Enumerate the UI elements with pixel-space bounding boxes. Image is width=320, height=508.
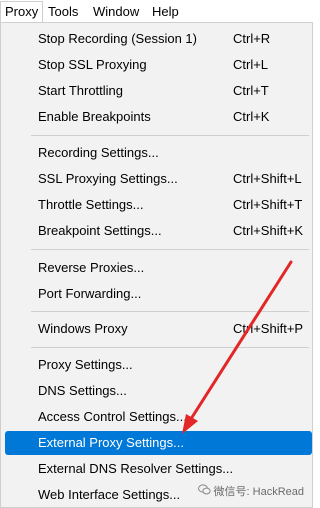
- menu-item-label: Start Throttling: [38, 83, 124, 98]
- menu-item-enable-breakpoints[interactable]: Enable Breakpoints Ctrl+K: [5, 105, 312, 129]
- menu-item-label: Web Interface Settings...: [38, 487, 181, 502]
- menu-item-label: Access Control Settings...: [38, 409, 187, 424]
- menubar-proxy[interactable]: Proxy: [0, 1, 44, 23]
- menu-item-start-throttling[interactable]: Start Throttling Ctrl+T: [5, 79, 312, 103]
- menu-item-shortcut: Ctrl+Shift+T: [233, 197, 303, 212]
- watermark: 微信号: HackRead: [197, 483, 304, 499]
- watermark-text: 微信号: HackRead: [213, 486, 304, 498]
- menu-item-shortcut: Ctrl+R: [233, 31, 271, 46]
- menubar-window[interactable]: Window: [93, 3, 139, 21]
- menu-item-proxy-settings[interactable]: Proxy Settings...: [5, 353, 312, 377]
- menu-item-dns-settings[interactable]: DNS Settings...: [5, 379, 312, 403]
- menu-item-breakpoint-settings[interactable]: Breakpoint Settings... Ctrl+Shift+K: [5, 219, 312, 243]
- menu-item-external-dns-resolver-settings[interactable]: External DNS Resolver Settings...: [5, 457, 312, 481]
- menu-item-label: Throttle Settings...: [38, 197, 144, 212]
- menu-separator: [31, 347, 309, 348]
- menu-item-stop-recording[interactable]: Stop Recording (Session 1) Ctrl+R: [5, 27, 312, 51]
- proxy-dropdown-menu: Stop Recording (Session 1) Ctrl+R Stop S…: [0, 22, 313, 508]
- menu-item-throttle-settings[interactable]: Throttle Settings... Ctrl+Shift+T: [5, 193, 312, 217]
- menu-item-windows-proxy[interactable]: Windows Proxy Ctrl+Shift+P: [5, 317, 312, 341]
- menu-item-label: Port Forwarding...: [38, 286, 142, 301]
- menu-item-shortcut: Ctrl+Shift+K: [233, 223, 304, 238]
- menu-item-label: Breakpoint Settings...: [38, 223, 162, 238]
- menu-item-label: Stop SSL Proxying: [38, 57, 147, 72]
- menu-separator: [31, 311, 309, 312]
- menu-item-shortcut: Ctrl+Shift+P: [233, 321, 304, 336]
- menu-item-label: External Proxy Settings...: [38, 435, 184, 450]
- menu-item-port-forwarding[interactable]: Port Forwarding...: [5, 282, 312, 306]
- menu-item-stop-ssl-proxying[interactable]: Stop SSL Proxying Ctrl+L: [5, 53, 312, 77]
- menu-item-label: Proxy Settings...: [38, 357, 133, 372]
- menu-item-shortcut: Ctrl+T: [233, 83, 269, 98]
- menubar-tools[interactable]: Tools: [48, 3, 78, 21]
- menu-bar: Proxy Tools Window Help: [0, 0, 313, 23]
- menu-item-label: External DNS Resolver Settings...: [38, 461, 234, 476]
- menu-item-label: Reverse Proxies...: [38, 260, 145, 275]
- menu-separator: [31, 249, 309, 250]
- menu-item-shortcut: Ctrl+Shift+L: [233, 171, 302, 186]
- menu-separator: [31, 135, 309, 136]
- menu-item-access-control-settings[interactable]: Access Control Settings...: [5, 405, 312, 429]
- wechat-icon: [197, 484, 211, 498]
- menu-item-shortcut: Ctrl+L: [233, 57, 269, 72]
- menu-item-shortcut: Ctrl+K: [233, 109, 270, 124]
- menu-item-external-proxy-settings[interactable]: External Proxy Settings...: [5, 431, 312, 455]
- menu-item-label: SSL Proxying Settings...: [38, 171, 178, 186]
- menubar-help[interactable]: Help: [152, 3, 179, 21]
- menu-item-label: DNS Settings...: [38, 383, 127, 398]
- menu-item-recording-settings[interactable]: Recording Settings...: [5, 141, 312, 165]
- menu-item-reverse-proxies[interactable]: Reverse Proxies...: [5, 256, 312, 280]
- menu-item-label: Windows Proxy: [38, 321, 128, 336]
- menu-item-label: Stop Recording (Session 1): [38, 31, 197, 46]
- menu-item-ssl-proxying-settings[interactable]: SSL Proxying Settings... Ctrl+Shift+L: [5, 167, 312, 191]
- menu-item-label: Recording Settings...: [38, 145, 159, 160]
- menu-item-label: Enable Breakpoints: [38, 109, 151, 124]
